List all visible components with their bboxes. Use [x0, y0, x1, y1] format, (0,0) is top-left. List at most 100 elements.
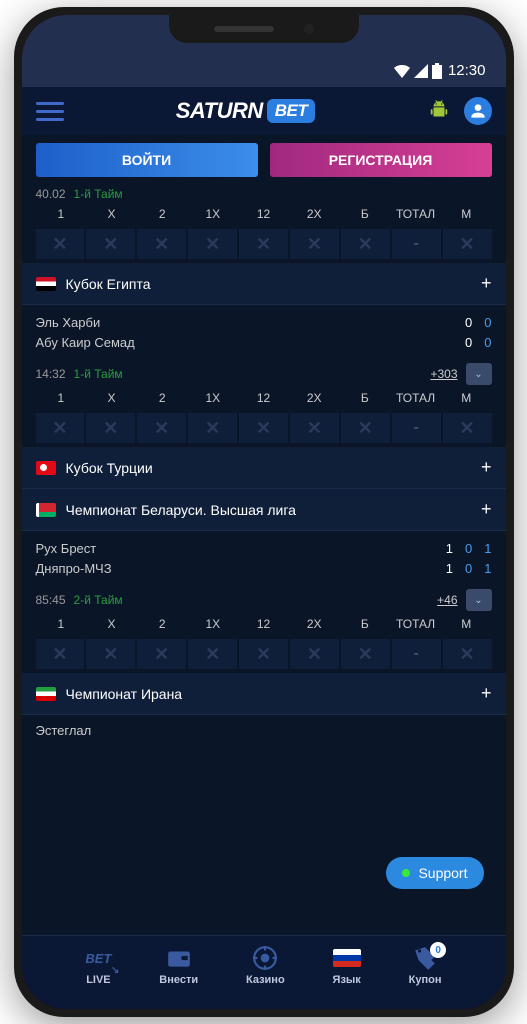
match-time-row: 40.02 1-й Тайм	[22, 185, 506, 203]
app-logo: SATURN BET	[176, 98, 316, 124]
match-row[interactable]: Рух Брест Дняпро-МЧЗ 11 00 11	[22, 531, 506, 587]
league-header[interactable]: Кубок Египта +	[22, 263, 506, 305]
scores: 11 00 11	[446, 539, 492, 579]
odds-label: 2	[137, 617, 188, 631]
more-bets-link[interactable]: +46	[437, 593, 457, 607]
odds-cell[interactable]: ✕	[239, 229, 288, 259]
odds-cell[interactable]: ✕	[443, 639, 492, 669]
match-period: 1-й Тайм	[74, 187, 123, 201]
odds-cell[interactable]: ✕	[188, 413, 237, 443]
odds-label: 12	[238, 391, 289, 405]
odds-label: 12	[238, 207, 289, 221]
expand-league-icon[interactable]: +	[481, 273, 492, 294]
match-row[interactable]: Эль Харби Абу Каир Семад 00 00	[22, 305, 506, 361]
league-header[interactable]: Чемпионат Ирана +	[22, 673, 506, 715]
nav-coupon[interactable]: 0 Купон	[409, 944, 442, 993]
odds-label: 1X	[188, 617, 239, 631]
wallet-icon	[166, 944, 192, 972]
odds-label: 12	[238, 617, 289, 631]
odds-row: ✕ ✕ ✕ ✕ ✕ ✕ ✕ - ✕	[22, 409, 506, 447]
score: 0	[465, 539, 472, 559]
expand-league-icon[interactable]: +	[481, 499, 492, 520]
odds-cell[interactable]: ✕	[341, 229, 390, 259]
teams: Рух Брест Дняпро-МЧЗ	[36, 539, 446, 579]
odds-cell: -	[392, 413, 441, 443]
support-button[interactable]: Support	[386, 857, 483, 889]
odds-label: М	[441, 207, 492, 221]
odds-label: X	[86, 391, 137, 405]
nav-language[interactable]: Язык	[333, 944, 361, 993]
expand-match-button[interactable]: ⌄	[466, 589, 492, 611]
bet-icon: BET↘	[85, 944, 111, 972]
odds-cell[interactable]: ✕	[86, 229, 135, 259]
team-name: Дняпро-МЧЗ	[36, 559, 446, 579]
online-indicator-icon	[402, 869, 410, 877]
league-name: Чемпионат Беларуси. Высшая лига	[66, 502, 296, 518]
odds-label: 2X	[289, 617, 340, 631]
odds-cell[interactable]: ✕	[86, 413, 135, 443]
odds-cell[interactable]: ✕	[443, 229, 492, 259]
score: 1	[484, 539, 491, 559]
login-button[interactable]: ВОЙТИ	[36, 143, 258, 177]
more-bets-link[interactable]: +303	[430, 367, 457, 381]
odds-label: 2X	[289, 391, 340, 405]
score: 0	[465, 313, 472, 333]
odds-label: 2	[137, 207, 188, 221]
odds-cell[interactable]: ✕	[239, 413, 288, 443]
nav-label: Казино	[246, 974, 285, 986]
odds-label: ТОТАЛ	[390, 391, 441, 405]
odds-cell[interactable]: ✕	[137, 639, 186, 669]
menu-button[interactable]	[36, 102, 64, 121]
odds-row: ✕ ✕ ✕ ✕ ✕ ✕ ✕ - ✕	[22, 635, 506, 673]
odds-cell[interactable]: ✕	[443, 413, 492, 443]
android-icon[interactable]	[428, 100, 450, 122]
nav-live[interactable]: BET↘ LIVE	[85, 944, 111, 993]
nav-deposit[interactable]: Внести	[159, 944, 198, 993]
odds-cell[interactable]: ✕	[137, 229, 186, 259]
team-name[interactable]: Эстеглал	[22, 715, 506, 746]
odds-cell[interactable]: ✕	[188, 229, 237, 259]
match-time: 40.02	[36, 187, 66, 201]
odds-label: Б	[340, 617, 391, 631]
coupon-count-badge: 0	[430, 942, 446, 958]
odds-cell[interactable]: ✕	[341, 639, 390, 669]
expand-match-button[interactable]: ⌄	[466, 363, 492, 385]
odds-label: М	[441, 391, 492, 405]
score: 0	[465, 559, 472, 579]
support-label: Support	[418, 865, 467, 881]
league-header[interactable]: Кубок Турции +	[22, 447, 506, 489]
expand-league-icon[interactable]: +	[481, 683, 492, 704]
odds-label: Б	[340, 207, 391, 221]
odds-cell[interactable]: ✕	[36, 639, 85, 669]
odds-row: ✕ ✕ ✕ ✕ ✕ ✕ ✕ - ✕	[22, 225, 506, 263]
league-name: Кубок Египта	[66, 276, 151, 292]
odds-cell[interactable]: ✕	[36, 229, 85, 259]
odds-cell[interactable]: ✕	[86, 639, 135, 669]
odds-cell[interactable]: ✕	[290, 639, 339, 669]
league-header[interactable]: Чемпионат Беларуси. Высшая лига +	[22, 489, 506, 531]
odds-label: 1	[36, 391, 87, 405]
nav-label: Внести	[159, 974, 198, 986]
odds-cell[interactable]: ✕	[137, 413, 186, 443]
odds-cell[interactable]: ✕	[36, 413, 85, 443]
chip-icon	[252, 944, 278, 972]
odds-cell[interactable]: ✕	[188, 639, 237, 669]
flag-egypt-icon	[36, 277, 56, 291]
screen: 12:30 SATURN BET ВОЙТИ РЕГИСТРАЦИЯ 40.02…	[22, 15, 506, 1009]
auth-row: ВОЙТИ РЕГИСТРАЦИЯ	[22, 135, 506, 185]
league-name: Кубок Турции	[66, 460, 153, 476]
odds-cell[interactable]: ✕	[239, 639, 288, 669]
odds-label: 2X	[289, 207, 340, 221]
nav-casino[interactable]: Казино	[246, 944, 285, 993]
register-button[interactable]: РЕГИСТРАЦИЯ	[270, 143, 492, 177]
odds-label: ТОТАЛ	[390, 617, 441, 631]
expand-league-icon[interactable]: +	[481, 457, 492, 478]
odds-cell[interactable]: ✕	[290, 413, 339, 443]
flag-iran-icon	[36, 687, 56, 701]
odds-label: Б	[340, 391, 391, 405]
avatar-icon[interactable]	[464, 97, 492, 125]
odds-cell[interactable]: ✕	[341, 413, 390, 443]
match-period: 1-й Тайм	[74, 367, 123, 381]
odds-cell[interactable]: ✕	[290, 229, 339, 259]
odds-header: 1 X 2 1X 12 2X Б ТОТАЛ М	[22, 387, 506, 409]
